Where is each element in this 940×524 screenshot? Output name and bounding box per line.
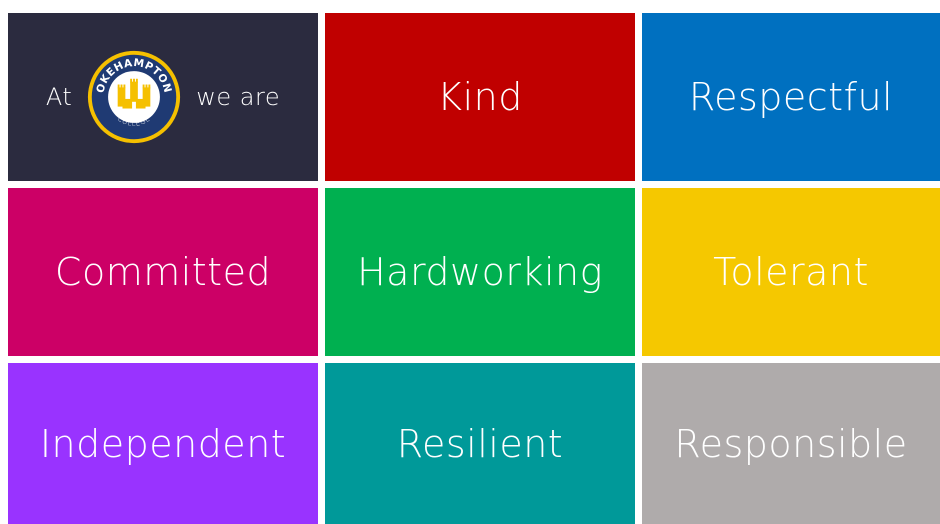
value-label: Responsible <box>674 421 908 466</box>
value-label: Respectful <box>688 75 894 119</box>
value-tile-resilient: Resilient <box>325 363 635 524</box>
value-label: Kind <box>437 75 523 119</box>
value-tile-responsible: Responsible <box>642 363 940 524</box>
intro-tile: At OKEHAMPTON COLLEGE we are <box>8 13 318 181</box>
intro-prefix: At <box>45 83 73 111</box>
value-label: Tolerant <box>713 250 869 294</box>
value-tile-independent: Independent <box>8 363 318 524</box>
value-tile-hardworking: Hardworking <box>325 188 635 356</box>
value-label: Hardworking <box>357 250 603 294</box>
value-tile-tolerant: Tolerant <box>642 188 940 356</box>
value-tile-respectful: Respectful <box>642 13 940 181</box>
value-tile-kind: Kind <box>325 13 635 181</box>
value-label: Resilient <box>396 421 564 466</box>
value-label: Independent <box>39 421 287 466</box>
okehampton-college-logo: OKEHAMPTON COLLEGE <box>88 50 181 144</box>
value-label: Committed <box>54 250 272 294</box>
values-grid: At OKEHAMPTON COLLEGE we are Kind Respec… <box>0 0 940 524</box>
value-tile-committed: Committed <box>8 188 318 356</box>
intro-suffix: we are <box>196 83 281 111</box>
